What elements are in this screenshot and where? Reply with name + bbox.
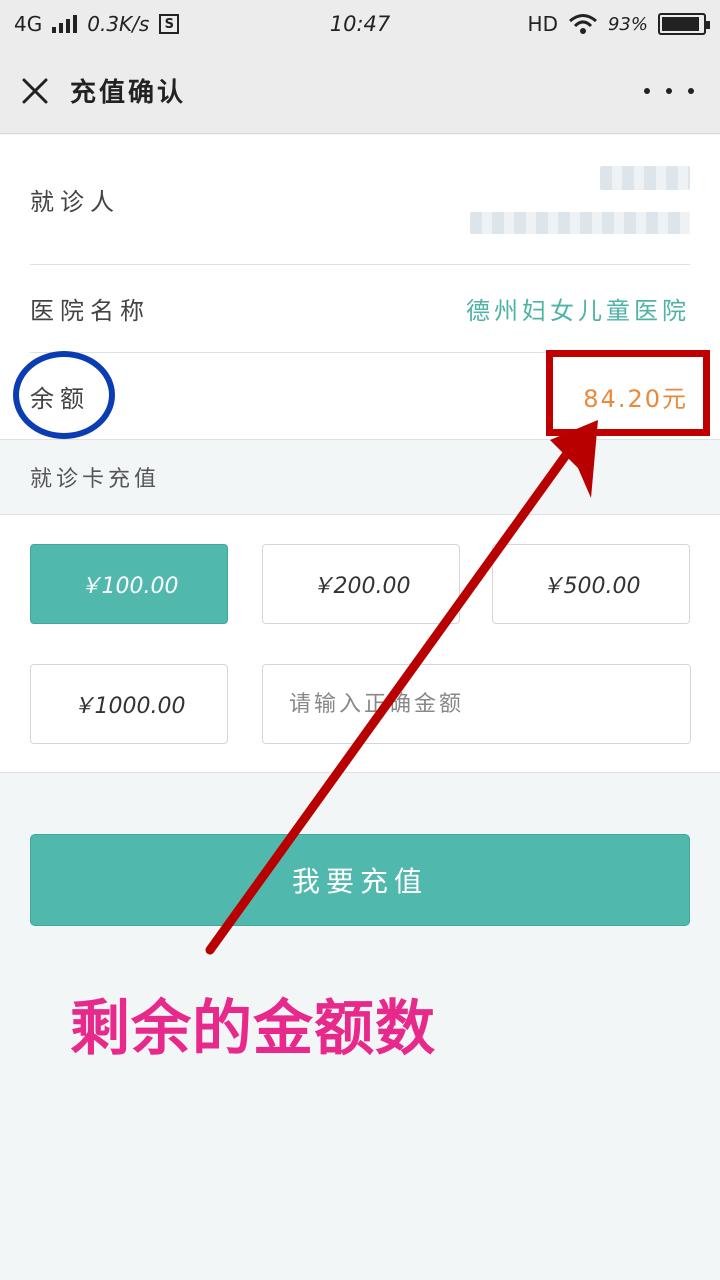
battery-percent: 93%: [607, 13, 648, 35]
status-right: HD 93%: [527, 12, 710, 36]
amount-option-100[interactable]: ￥100.00: [30, 544, 228, 624]
hospital-label: 医院名称: [30, 297, 150, 325]
custom-amount-input[interactable]: [262, 664, 691, 744]
network-speed: 0.3K/s: [87, 12, 150, 36]
battery-icon: [658, 13, 710, 35]
signal-icon: [52, 15, 78, 33]
status-bar: 4G 0.3K/s S 10:47 HD 93%: [0, 0, 720, 48]
wifi-icon: [569, 14, 597, 34]
amount-options: ￥100.00 ￥200.00 ￥500.00 ￥1000.00: [0, 515, 720, 773]
patient-value: [470, 165, 690, 234]
recharge-submit-button[interactable]: 我要充值: [30, 834, 690, 926]
hospital-row: 医院名称 德州妇女儿童医院: [30, 265, 690, 353]
annotation-text: 剩余的金额数: [70, 994, 436, 1064]
network-type: 4G: [14, 12, 43, 36]
status-left: 4G 0.3K/s S: [14, 12, 180, 36]
nav-bar: 充值确认: [0, 48, 720, 134]
s-badge-icon: S: [159, 14, 180, 34]
hd-label: HD: [527, 12, 558, 36]
close-icon: [22, 78, 48, 103]
balance-label-circle-annotation: [13, 351, 115, 439]
patient-name-redacted: [600, 165, 690, 190]
patient-id-redacted: [470, 211, 690, 234]
patient-label: 就诊人: [30, 188, 120, 216]
amount-option-500[interactable]: ￥500.00: [492, 544, 690, 624]
page-title: 充值确认: [70, 78, 187, 108]
recharge-section-title: 就诊卡充值: [0, 440, 720, 515]
amount-option-1000[interactable]: ￥1000.00: [30, 664, 228, 744]
more-button[interactable]: [644, 78, 694, 104]
patient-row: 就诊人: [30, 135, 690, 265]
hospital-name: 德州妇女儿童医院: [466, 297, 690, 325]
amount-option-200[interactable]: ￥200.00: [262, 544, 460, 624]
balance-value-box-annotation: [546, 350, 710, 436]
more-dots-icon: [644, 88, 650, 94]
close-button[interactable]: [0, 48, 70, 134]
